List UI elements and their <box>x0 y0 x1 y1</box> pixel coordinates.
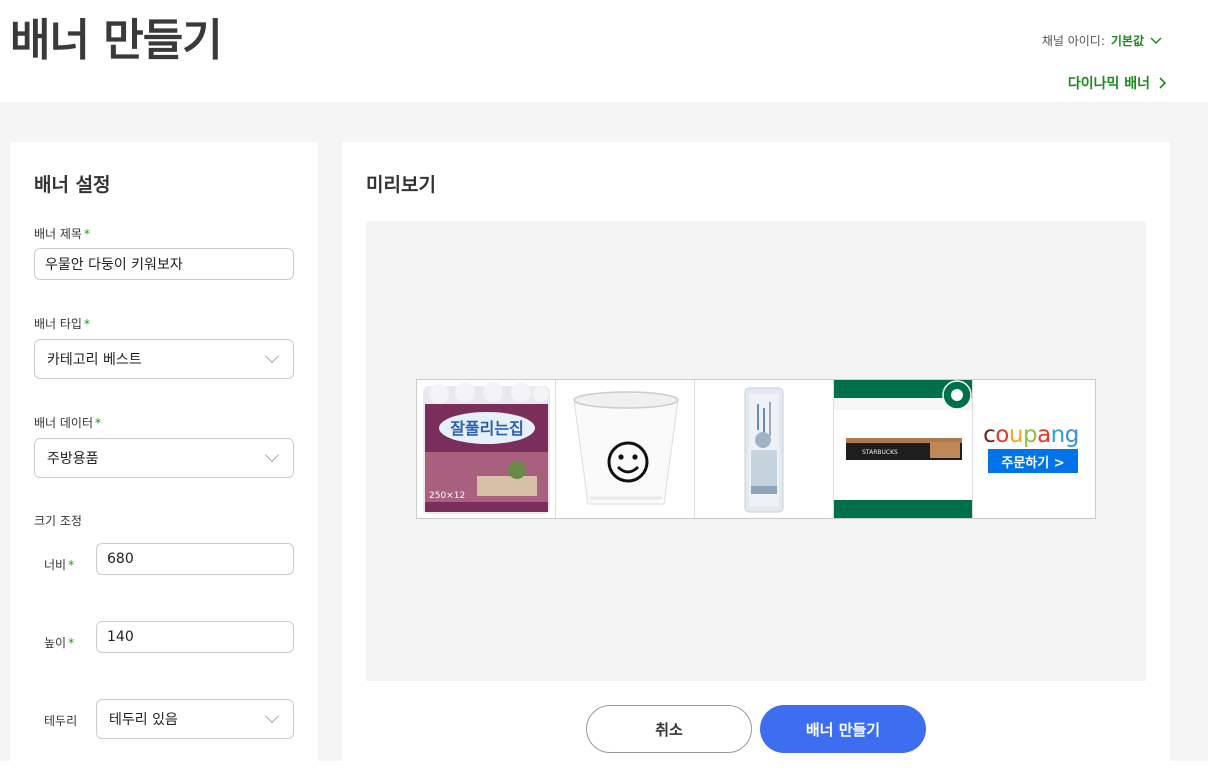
banner-type-value: 카테고리 베스트 <box>47 352 142 368</box>
product-starbucks[interactable]: STARBUCKS <box>834 380 973 518</box>
channel-selector[interactable]: 채널 아이디: 기본값 <box>1042 32 1162 49</box>
size-label: 크기 조정 <box>34 514 82 528</box>
dynamic-banner-link[interactable]: 다이나믹 배너 <box>1068 73 1166 93</box>
preview-title: 미리보기 <box>366 174 436 196</box>
page-title: 배너 만들기 <box>10 15 223 66</box>
svg-text:coupang: coupang <box>983 422 1079 448</box>
banner-data-select[interactable]: 주방용품 <box>34 438 294 478</box>
height-input[interactable]: 140 <box>96 621 294 653</box>
chevron-down-icon <box>1150 37 1162 44</box>
border-select[interactable]: 테두리 있음 <box>96 699 294 739</box>
tissue-count-text: 250×12 <box>429 491 465 501</box>
border-label: 테두리 <box>44 714 78 728</box>
chevron-down-icon <box>264 447 280 463</box>
tissue-pack-icon: 잘풀리는집 250×12 <box>423 382 550 514</box>
chevron-right-icon <box>1159 77 1166 89</box>
chevron-down-icon <box>264 348 280 364</box>
cancel-button[interactable]: 취소 <box>586 705 752 753</box>
product-tissue[interactable]: 잘풀리는집 250×12 <box>417 380 556 518</box>
create-banner-button[interactable]: 배너 만들기 <box>760 705 926 753</box>
preview-panel: 미리보기 잘풀리는집 250×12 STARBUCKS coupang 주문하기… <box>342 142 1170 782</box>
chevron-down-icon <box>264 708 280 724</box>
product-paper-cup[interactable] <box>556 380 695 518</box>
banner-settings-panel: 배너 설정 배너 제목 * 우물안 다둥이 키워보자 배너 타입 * 카테고리 베스… <box>10 142 318 782</box>
paper-cup-smiley-icon <box>573 391 679 505</box>
settings-title: 배너 설정 <box>34 174 111 196</box>
order-button[interactable]: 주문하기 > <box>988 449 1078 473</box>
banner-type-label: 배너 타입 * <box>34 317 90 331</box>
starbucks-capsule-icon: STARBUCKS <box>834 380 972 518</box>
height-label: 높이 * <box>44 636 75 650</box>
banner-type-select[interactable]: 카테고리 베스트 <box>34 339 294 379</box>
preview-area: 잘풀리는집 250×12 STARBUCKS coupang 주문하기 > <box>366 221 1146 681</box>
width-input[interactable]: 680 <box>96 543 294 575</box>
banner-title-input[interactable]: 우물안 다둥이 키워보자 <box>34 248 294 280</box>
banner-data-label: 배너 데이터 * <box>34 416 102 430</box>
page-header: 배너 만들기 채널 아이디: 기본값 다이나믹 배너 <box>0 0 1208 102</box>
tissue-brand-text: 잘풀리는집 <box>450 419 524 438</box>
plastic-bag-roll-icon <box>744 387 784 513</box>
banner-title-label: 배너 제목 * <box>34 227 90 241</box>
border-value: 테두리 있음 <box>109 712 178 728</box>
starbucks-capsule-text: STARBUCKS <box>862 449 898 456</box>
banner-data-value: 주방용품 <box>47 451 99 467</box>
product-bag-roll[interactable] <box>695 380 834 518</box>
width-label: 너비 * <box>44 558 75 572</box>
dynamic-banner-label: 다이나믹 배너 <box>1067 76 1150 92</box>
banner-preview[interactable]: 잘풀리는집 250×12 STARBUCKS coupang 주문하기 > <box>416 379 1096 519</box>
channel-label: 채널 아이디: <box>1041 34 1105 48</box>
content-area: 배너 설정 배너 제목 * 우물안 다둥이 키워보자 배너 타입 * 카테고리 베스… <box>0 102 1208 782</box>
coupang-block[interactable]: coupang 주문하기 > <box>973 380 1093 518</box>
channel-value: 기본값 <box>1110 34 1144 48</box>
